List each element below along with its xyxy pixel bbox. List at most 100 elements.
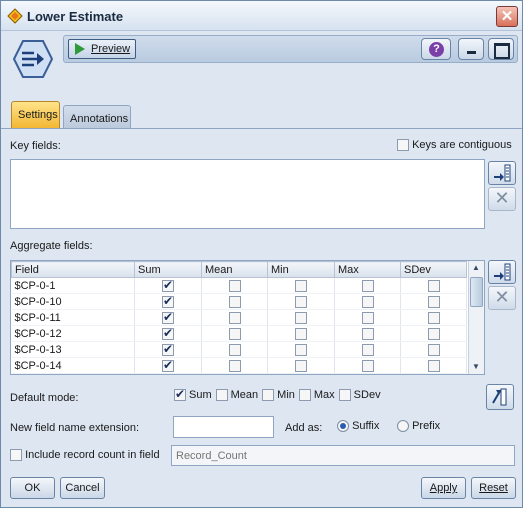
- mean-checkbox[interactable]: [228, 359, 241, 372]
- column-header-sum[interactable]: Sum: [134, 261, 202, 278]
- sdev-cell: [400, 325, 467, 342]
- sdev-checkbox[interactable]: [427, 327, 440, 340]
- apply-button[interactable]: Apply: [421, 477, 466, 499]
- sum-checkbox[interactable]: [162, 342, 174, 356]
- keys-contiguous-checkbox[interactable]: [397, 139, 409, 152]
- mean-cell: [201, 293, 268, 310]
- ok-button[interactable]: OK: [10, 477, 55, 499]
- default-mode-checkbox[interactable]: [215, 389, 228, 402]
- column-header-min[interactable]: Min: [267, 261, 335, 278]
- suffix-radio[interactable]: [337, 420, 349, 433]
- default-mode-option[interactable]: Sum: [174, 387, 212, 402]
- cancel-button[interactable]: Cancel: [60, 477, 105, 499]
- sum-checkbox[interactable]: [162, 278, 174, 292]
- table-scrollbar[interactable]: ▲ ▼: [468, 261, 484, 374]
- table-row[interactable]: $CP-0-10: [11, 293, 467, 310]
- prefix-radio[interactable]: [397, 420, 409, 433]
- sdev-checkbox[interactable]: [427, 311, 440, 324]
- default-mode-checkbox[interactable]: [262, 389, 275, 402]
- column-header-field[interactable]: Field: [11, 261, 135, 278]
- max-checkbox[interactable]: [361, 343, 374, 356]
- extension-input[interactable]: [173, 416, 274, 438]
- record-count-option[interactable]: Include record count in field: [10, 449, 160, 462]
- default-mode-checkbox[interactable]: [174, 387, 186, 402]
- min-checkbox[interactable]: [295, 279, 307, 292]
- sdev-cell: [400, 277, 467, 294]
- min-cell: [267, 277, 335, 294]
- default-mode-checkbox[interactable]: [338, 389, 351, 402]
- column-header-mean[interactable]: Mean: [201, 261, 268, 278]
- min-cell: [267, 309, 335, 326]
- keys-contiguous-option[interactable]: Keys are contiguous: [397, 139, 512, 152]
- tab-annotations[interactable]: Annotations: [63, 105, 131, 128]
- default-mode-option[interactable]: Max: [298, 389, 335, 402]
- remove-key-field-button[interactable]: ✕: [488, 187, 516, 211]
- maximize-button[interactable]: [488, 38, 514, 60]
- apply-default-mode-button[interactable]: [486, 384, 514, 410]
- default-mode-label: Default mode:: [10, 392, 79, 404]
- minimize-button[interactable]: [458, 38, 484, 60]
- sdev-checkbox[interactable]: [427, 343, 440, 356]
- min-checkbox[interactable]: [295, 311, 307, 324]
- sdev-checkbox[interactable]: [427, 359, 440, 372]
- min-checkbox[interactable]: [295, 295, 307, 308]
- default-mode-option[interactable]: Min: [262, 389, 295, 402]
- delete-icon: ✕: [494, 188, 510, 209]
- sum-cell: [134, 277, 202, 294]
- sdev-checkbox[interactable]: [427, 279, 440, 292]
- sum-checkbox[interactable]: [162, 326, 174, 340]
- prefix-option[interactable]: Prefix: [397, 420, 440, 433]
- table-row[interactable]: $CP-0-1: [11, 277, 467, 294]
- sum-checkbox[interactable]: [162, 310, 174, 324]
- field-name-cell: $CP-0-11: [11, 309, 135, 326]
- close-button[interactable]: ✕: [496, 6, 518, 27]
- tab-settings[interactable]: Settings: [11, 101, 60, 128]
- sum-cell: [134, 357, 202, 374]
- pick-key-fields-button[interactable]: [488, 161, 516, 185]
- default-mode-option[interactable]: Mean: [215, 389, 258, 402]
- max-checkbox[interactable]: [361, 327, 374, 340]
- table-row[interactable]: $CP-0-12: [11, 325, 467, 342]
- sum-checkbox[interactable]: [162, 294, 174, 308]
- mean-checkbox[interactable]: [228, 311, 241, 324]
- sdev-cell: [400, 309, 467, 326]
- suffix-option[interactable]: Suffix: [337, 420, 380, 433]
- scroll-thumb[interactable]: [470, 277, 483, 307]
- sum-checkbox[interactable]: [162, 358, 174, 372]
- remove-aggregate-field-button[interactable]: ✕: [488, 286, 516, 310]
- table-row[interactable]: $CP-0-11: [11, 309, 467, 326]
- pick-aggregate-fields-button[interactable]: [488, 260, 516, 284]
- default-mode-option[interactable]: SDev: [338, 389, 381, 402]
- table-row[interactable]: $CP-0-13: [11, 341, 467, 358]
- suffix-label: Suffix: [352, 420, 380, 432]
- record-count-checkbox[interactable]: [10, 449, 22, 462]
- scroll-down-icon[interactable]: ▼: [472, 362, 480, 371]
- max-checkbox[interactable]: [361, 359, 374, 372]
- min-checkbox[interactable]: [295, 359, 307, 372]
- sum-cell: [134, 341, 202, 358]
- mean-checkbox[interactable]: [228, 279, 241, 292]
- table-row[interactable]: $CP-0-14: [11, 357, 467, 374]
- default-mode-checkbox[interactable]: [298, 389, 311, 402]
- field-picker-icon: [494, 263, 511, 281]
- max-checkbox[interactable]: [361, 311, 374, 324]
- key-fields-list[interactable]: [10, 159, 485, 229]
- max-checkbox[interactable]: [361, 295, 374, 308]
- mean-checkbox[interactable]: [228, 327, 241, 340]
- preview-button[interactable]: Preview: [68, 39, 136, 59]
- column-header-sdev[interactable]: SDev: [400, 261, 467, 278]
- max-checkbox[interactable]: [361, 279, 374, 292]
- mean-checkbox[interactable]: [228, 295, 241, 308]
- min-checkbox[interactable]: [295, 327, 307, 340]
- aggregate-table: Field Sum Mean Min Max SDev $CP-0-1$CP-0…: [11, 261, 467, 374]
- aggregate-fields-table[interactable]: Field Sum Mean Min Max SDev $CP-0-1$CP-0…: [10, 260, 485, 375]
- sdev-checkbox[interactable]: [427, 295, 440, 308]
- sdev-cell: [400, 341, 467, 358]
- reset-button[interactable]: Reset: [471, 477, 516, 499]
- column-header-max[interactable]: Max: [334, 261, 401, 278]
- mean-checkbox[interactable]: [228, 343, 241, 356]
- help-button[interactable]: ?: [421, 38, 451, 60]
- min-checkbox[interactable]: [295, 343, 307, 356]
- record-count-field-input[interactable]: [171, 445, 515, 466]
- scroll-up-icon[interactable]: ▲: [472, 263, 480, 272]
